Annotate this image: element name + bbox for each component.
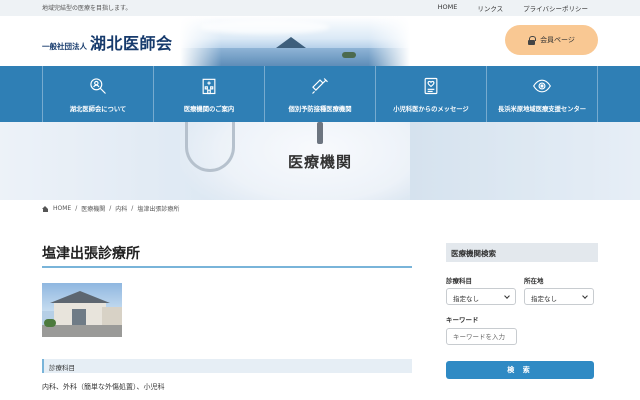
header-lake-image (180, 16, 410, 66)
site-tagline: 地域完結型の医療を目指します。 (42, 5, 132, 12)
home-icon (42, 205, 49, 212)
location-select-value: 指定なし (531, 295, 557, 303)
chevron-down-icon (582, 293, 588, 299)
hospital-building-icon (202, 78, 216, 94)
nav-item-about[interactable]: 湖北医師会について (42, 66, 153, 122)
syringe-icon (312, 77, 328, 94)
department-select-value: 指定なし (453, 295, 479, 303)
site-logo[interactable]: 一般社団法人 湖北医師会 (42, 30, 173, 54)
nav-item-medical-institutions[interactable]: 医療機関のご案内 (153, 66, 264, 122)
institution-search-heading-label: 医療機関検索 (451, 249, 496, 258)
clinic-photo (42, 283, 122, 337)
top-link-links[interactable]: リンクス (477, 3, 503, 13)
department-select[interactable]: 指定なし (446, 288, 516, 305)
breadcrumb-current: 塩津出張診療所 (137, 206, 180, 213)
main-nav: 湖北医師会について 医療機関のご案内 個別予防接種医療機関 小児科医からのメッセ… (0, 66, 640, 122)
nav-item-pediatric-message[interactable]: 小児科医からのメッセージ (375, 66, 486, 122)
member-page-label: 会員ページ (540, 36, 575, 44)
member-page-button[interactable]: 会員ページ (505, 25, 598, 55)
department-label: 診療科目 (446, 277, 472, 285)
hero-title: 医療機関 (287, 153, 352, 171)
breadcrumb-separator: / (75, 205, 78, 212)
location-label: 所在地 (524, 277, 544, 285)
top-links: HOME リンクス プライバシーポリシー (438, 3, 588, 13)
page-title: 塩津出張診療所 (42, 246, 140, 262)
breadcrumb-separator: / (109, 205, 112, 212)
breadcrumb: HOME / 医療機関 / 内科 / 塩津出張診療所 (42, 204, 179, 213)
departments-list: 内科、外科（簡単な外傷処置）、小児科 (42, 383, 165, 391)
breadcrumb-medical-institutions[interactable]: 医療機関 (81, 204, 105, 213)
nav-item-label: 医療機関のご案内 (183, 105, 235, 113)
site-header: 一般社団法人 湖北医師会 会員ページ (0, 16, 640, 66)
logo-name: 湖北医師会 (90, 34, 173, 53)
magnifier-person-icon (90, 77, 106, 94)
keyword-input[interactable] (446, 328, 517, 345)
title-underline (42, 266, 412, 268)
lock-icon (528, 36, 537, 45)
top-utility-bar: 地域完結型の医療を目指します。 HOME リンクス プライバシーポリシー (0, 0, 640, 16)
nav-item-label: 湖北医師会について (69, 105, 127, 113)
nav-item-label: 個別予防接種医療機関 (288, 105, 352, 113)
logo-organization-type: 一般社団法人 (42, 42, 87, 51)
departments-heading-label: 診療科目 (49, 364, 75, 372)
breadcrumb-internal-medicine[interactable]: 内科 (115, 204, 127, 213)
eye-icon (532, 79, 552, 92)
nav-item-regional-support-center[interactable]: 長浜米原地域医療支援センター (486, 66, 598, 122)
top-link-home[interactable]: HOME (438, 3, 458, 13)
keyword-label: キーワード (446, 316, 479, 324)
nav-item-label: 長浜米原地域医療支援センター (497, 105, 587, 113)
location-select[interactable]: 指定なし (524, 288, 594, 305)
top-link-privacy-policy[interactable]: プライバシーポリシー (523, 3, 588, 13)
institution-search-heading: 医療機関検索 (446, 243, 598, 262)
chevron-down-icon (504, 293, 510, 299)
page-hero-banner: 医療機関 (0, 122, 640, 200)
nav-item-vaccination[interactable]: 個別予防接種医療機関 (264, 66, 375, 122)
departments-section-heading: 診療科目 (42, 359, 412, 373)
nav-item-label: 小児科医からのメッセージ (393, 105, 469, 113)
search-button[interactable]: 検 索 (446, 361, 594, 379)
heart-document-icon (424, 77, 438, 94)
breadcrumb-separator: / (131, 205, 134, 212)
breadcrumb-home[interactable]: HOME (53, 205, 71, 212)
